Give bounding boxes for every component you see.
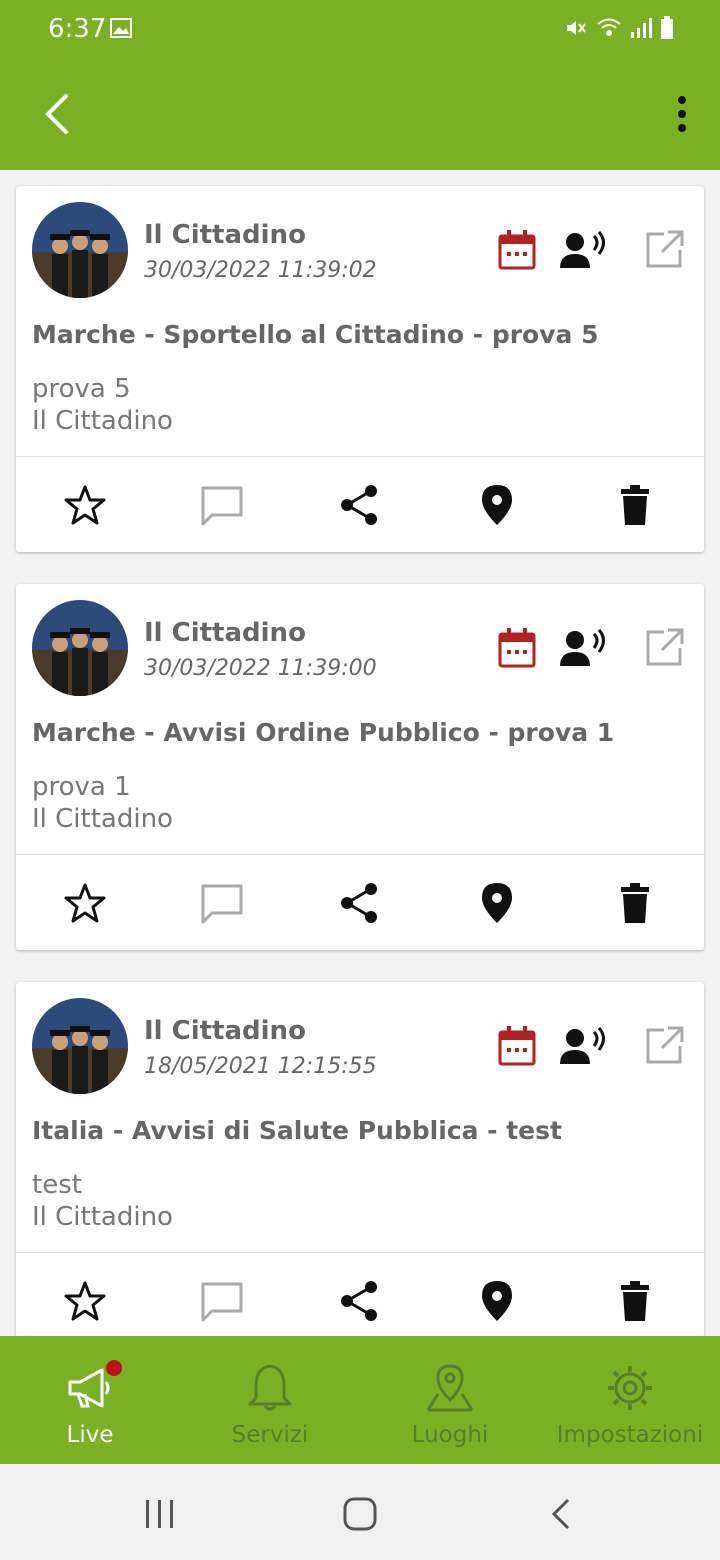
status-icons — [564, 16, 674, 40]
map-pin-icon — [426, 1364, 474, 1412]
trash-icon[interactable] — [613, 1279, 657, 1323]
status-bar: 6:37 — [0, 0, 720, 58]
post-author: Il Cittadino — [144, 1016, 306, 1046]
calendar-icon[interactable] — [498, 230, 536, 270]
share-icon[interactable] — [337, 881, 381, 925]
calendar-icon[interactable] — [498, 628, 536, 668]
nav-live[interactable]: Live — [0, 1336, 180, 1464]
nav-impostazioni[interactable]: Impostazioni — [540, 1336, 720, 1464]
feed-list[interactable]: Il Cittadino 30/03/2022 11:39:02 Marche … — [0, 170, 720, 1336]
home-icon[interactable] — [336, 1490, 384, 1538]
post-title: Marche - Avvisi Ordine Pubblico - prova … — [32, 718, 615, 747]
status-time: 6:37 — [48, 14, 107, 44]
post-actions — [16, 1253, 704, 1336]
share-icon[interactable] — [337, 1279, 381, 1323]
voice-icon[interactable] — [560, 628, 608, 668]
nav-luoghi-label: Luoghi — [411, 1422, 489, 1448]
trash-icon[interactable] — [613, 483, 657, 527]
post-date: 30/03/2022 11:39:00 — [144, 656, 377, 681]
battery-icon — [661, 16, 673, 39]
post-body: test — [32, 1170, 82, 1200]
nav-live-label: Live — [66, 1422, 114, 1448]
post-date: 18/05/2021 12:15:55 — [144, 1054, 377, 1079]
open-external-icon[interactable] — [644, 230, 684, 270]
nav-servizi-label: Servizi — [231, 1422, 309, 1448]
more-options-button[interactable] — [670, 92, 694, 136]
post-source: Il Cittadino — [32, 1202, 173, 1232]
recent-apps-icon[interactable] — [136, 1490, 184, 1538]
location-pin-icon[interactable] — [475, 483, 519, 527]
post-source: Il Cittadino — [32, 804, 173, 834]
back-button[interactable] — [30, 84, 90, 144]
system-navigation-bar — [0, 1464, 720, 1560]
post-card: Il Cittadino 30/03/2022 11:39:02 Marche … — [16, 186, 704, 552]
post-author: Il Cittadino — [144, 220, 306, 250]
post-body: prova 5 — [32, 374, 131, 404]
post-actions — [16, 855, 704, 950]
avatar — [32, 600, 128, 696]
trash-icon[interactable] — [613, 881, 657, 925]
post-source: Il Cittadino — [32, 406, 173, 436]
post-card: Il Cittadino 18/05/2021 12:15:55 Italia … — [16, 982, 704, 1336]
avatar — [32, 202, 128, 298]
signal-icon — [631, 18, 652, 38]
location-pin-icon[interactable] — [475, 881, 519, 925]
calendar-icon[interactable] — [498, 1026, 536, 1066]
avatar — [32, 998, 128, 1094]
comment-icon[interactable] — [200, 483, 244, 527]
post-title: Italia - Avvisi di Salute Pubblica - tes… — [32, 1116, 562, 1145]
star-icon[interactable] — [63, 483, 107, 527]
post-actions — [16, 457, 704, 552]
nav-impostazioni-label: Impostazioni — [556, 1422, 704, 1448]
nav-luoghi[interactable]: Luoghi — [360, 1336, 540, 1464]
chevron-left-icon — [45, 94, 68, 134]
voice-icon[interactable] — [560, 230, 608, 270]
gear-icon — [608, 1366, 652, 1410]
more-vert-icon — [678, 96, 686, 132]
mute-icon — [567, 21, 586, 35]
system-back-icon[interactable] — [538, 1490, 586, 1538]
app-bar — [0, 58, 720, 170]
bottom-navigation: Live Servizi Luoghi Impostazioni — [0, 1336, 720, 1464]
comment-icon[interactable] — [200, 1279, 244, 1323]
post-body: prova 1 — [32, 772, 131, 802]
star-icon[interactable] — [63, 1279, 107, 1323]
share-icon[interactable] — [337, 483, 381, 527]
open-external-icon[interactable] — [644, 1026, 684, 1066]
post-card: Il Cittadino 30/03/2022 11:39:00 Marche … — [16, 584, 704, 950]
open-external-icon[interactable] — [644, 628, 684, 668]
notification-badge — [106, 1360, 122, 1376]
post-author: Il Cittadino — [144, 618, 306, 648]
bell-icon — [248, 1364, 292, 1411]
post-title: Marche - Sportello al Cittadino - prova … — [32, 320, 599, 349]
image-icon — [110, 18, 132, 38]
wifi-icon — [597, 18, 621, 36]
post-date: 30/03/2022 11:39:02 — [144, 258, 377, 283]
comment-icon[interactable] — [200, 881, 244, 925]
location-pin-icon[interactable] — [475, 1279, 519, 1323]
star-icon[interactable] — [63, 881, 107, 925]
nav-servizi[interactable]: Servizi — [180, 1336, 360, 1464]
voice-icon[interactable] — [560, 1026, 608, 1066]
